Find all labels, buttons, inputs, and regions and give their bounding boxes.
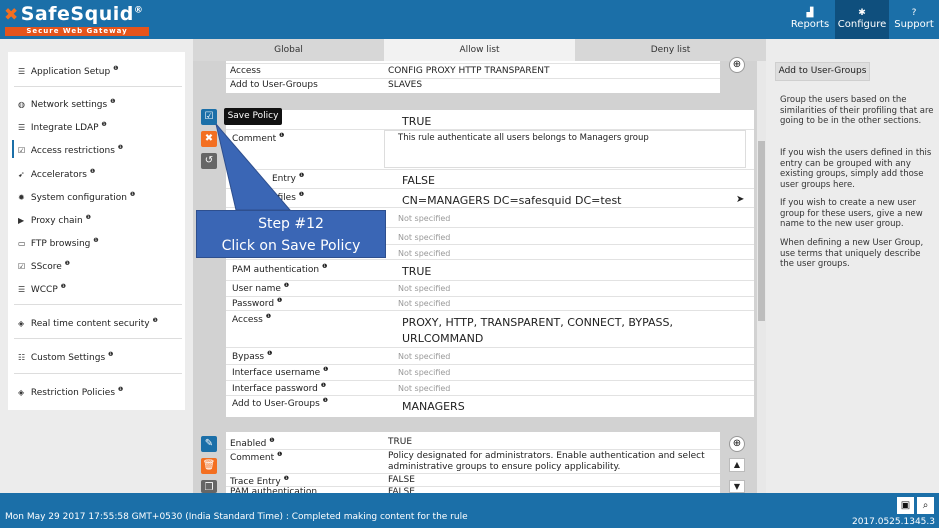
add-circle-icon[interactable]: ⊕	[729, 436, 745, 452]
step-callout: Step #12 Click on Save Policy	[196, 210, 386, 258]
scrollbar-thumb[interactable]	[758, 141, 765, 321]
version-label: 2017.0525.1345.3	[851, 517, 935, 527]
move-down-button[interactable]: ▼	[729, 480, 745, 493]
help-topic-button[interactable]: Add to User-Groups	[775, 62, 870, 81]
status-bar: Mon May 29 2017 17:55:58 GMT+0530 (India…	[0, 493, 939, 528]
callout-step: Step #12	[258, 216, 324, 232]
help-paragraph: When defining a new User Group, use term…	[780, 238, 924, 269]
field-label-comment: Comment ❶	[230, 451, 283, 463]
edit-button[interactable]: ✎	[201, 436, 217, 452]
callout-arrow	[215, 123, 292, 211]
help-paragraph: If you wish the users defined in this en…	[780, 148, 932, 190]
copy-button[interactable]: ❐	[201, 480, 217, 493]
row-divider	[226, 449, 720, 450]
move-up-button[interactable]: ▲	[729, 458, 745, 472]
help-paragraph: If you wish to create a new user group f…	[780, 198, 923, 229]
field-value-enabled: TRUE	[388, 437, 413, 447]
field-value-comment-line1: Policy designated for administrators. En…	[388, 451, 705, 461]
field-value-comment-line2: administrative groups to ensure policy a…	[388, 462, 621, 472]
policy-entry-next: Enabled ❶ TRUE Comment ❶ Policy designat…	[226, 432, 720, 493]
delete-button[interactable]: 🗑	[201, 458, 217, 474]
main-scrollbar[interactable]	[757, 61, 766, 493]
field-value-trace-entry: FALSE	[388, 475, 415, 485]
status-message: Mon May 29 2017 17:55:58 GMT+0530 (India…	[5, 512, 468, 522]
row-divider	[226, 473, 720, 474]
search-icon[interactable]: ⌕	[917, 497, 934, 514]
save-icon[interactable]: ▣	[897, 497, 914, 514]
callout-instruction: Click on Save Policy	[221, 238, 361, 254]
help-paragraph: Group the users based on the similaritie…	[780, 95, 934, 126]
field-label-enabled: Enabled ❶	[230, 437, 275, 449]
